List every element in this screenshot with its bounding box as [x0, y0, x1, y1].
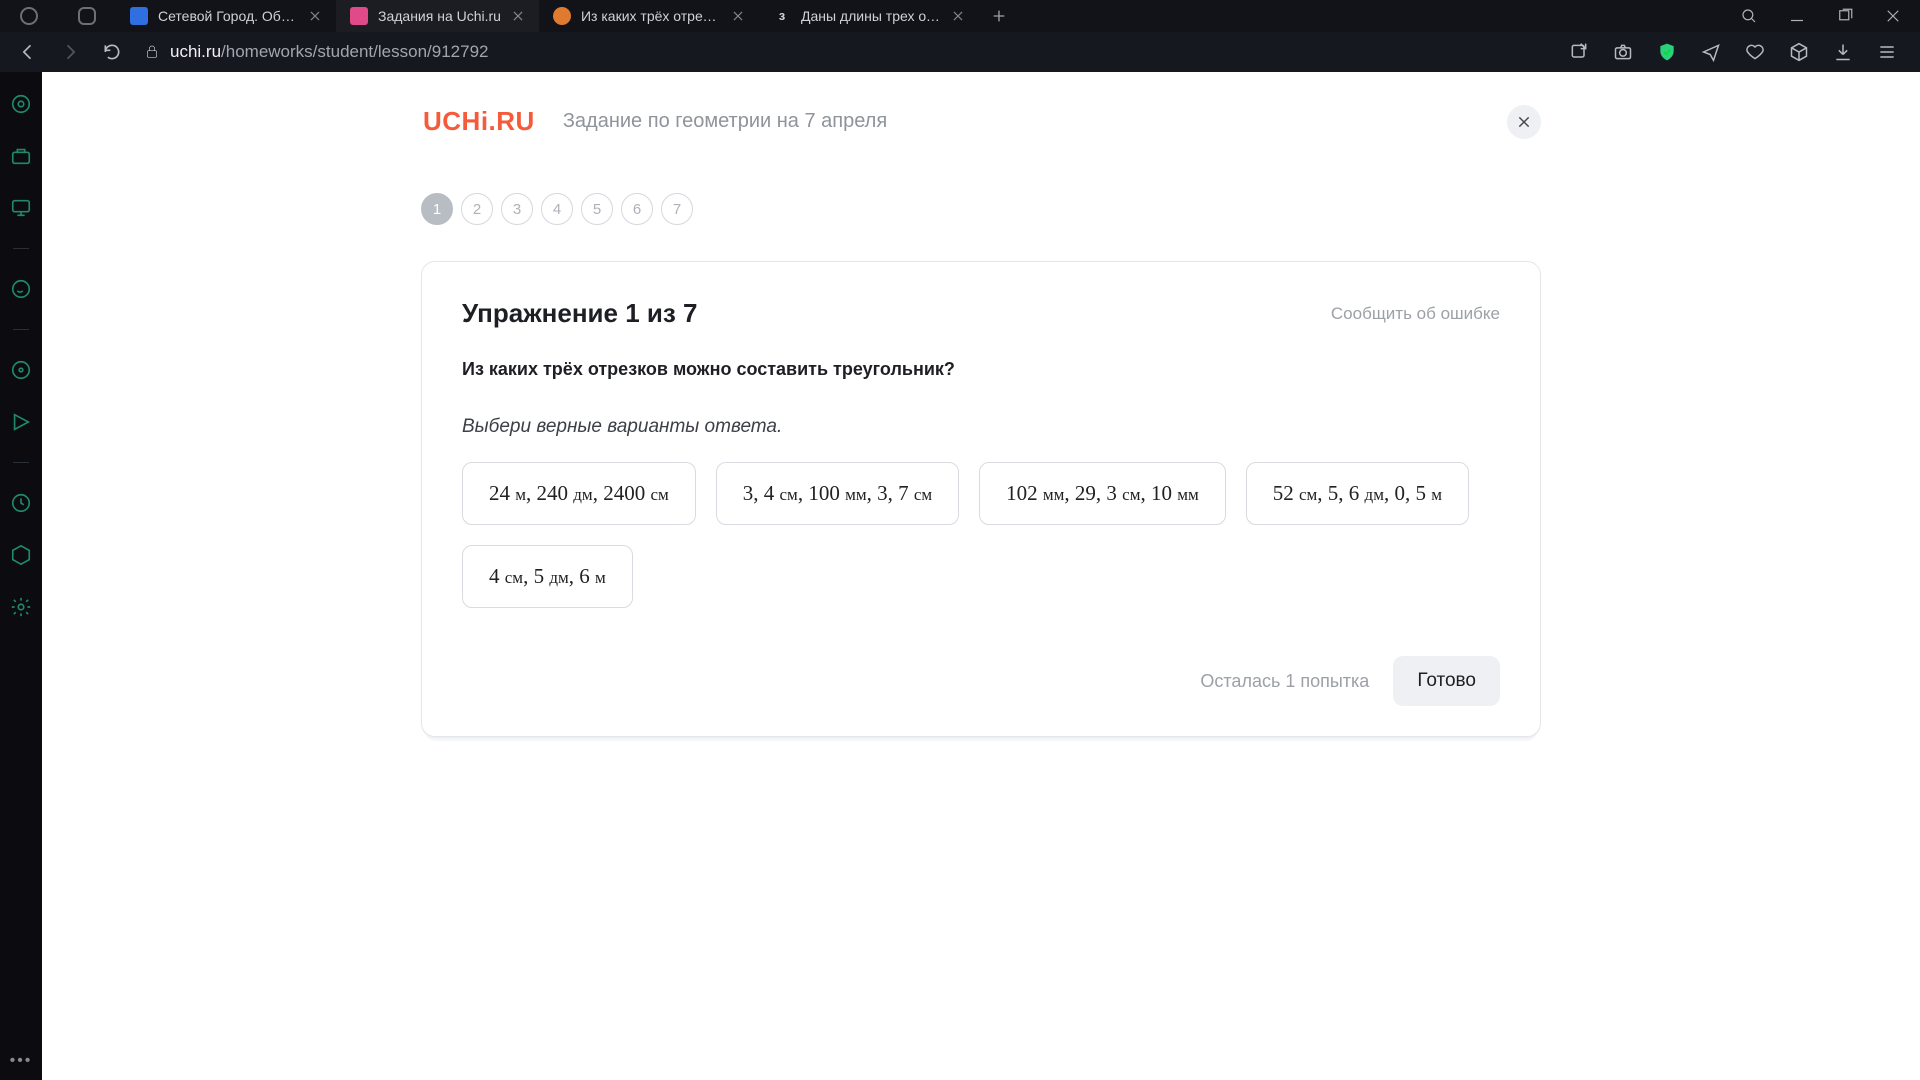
cube-icon[interactable] — [1788, 41, 1810, 63]
url-field[interactable]: uchi.ru/homeworks/student/lesson/912792 — [136, 36, 1550, 68]
window-close-icon[interactable] — [1880, 3, 1906, 29]
favicon-icon — [553, 7, 571, 25]
rail-briefcase-icon[interactable] — [9, 144, 33, 168]
favicon-icon — [130, 7, 148, 25]
question-text: Из каких трёх отрезков можно составить т… — [462, 359, 1500, 380]
answer-option-4[interactable]: 52 см, 5, 6 дм, 0, 5 м — [1246, 462, 1469, 525]
answer-option-2[interactable]: 3, 4 см, 100 мм, 3, 7 см — [716, 462, 959, 525]
tab-close-icon[interactable] — [731, 9, 745, 23]
window-minimize-icon[interactable] — [1784, 3, 1810, 29]
rail-divider — [13, 462, 29, 463]
nav-forward-icon[interactable] — [52, 34, 88, 70]
close-icon — [1516, 114, 1532, 130]
browser-side-rail: ••• — [0, 72, 42, 1080]
browser-title-bar: Сетевой Город. Образова Задания на Uchi.… — [0, 0, 1920, 32]
answer-option-1[interactable]: 24 м, 240 дм, 2400 см — [462, 462, 696, 525]
favicon-icon — [350, 7, 368, 25]
report-error-link[interactable]: Сообщить об ошибке — [1331, 304, 1500, 324]
menu-icon[interactable] — [1876, 41, 1898, 63]
tab-label: Сетевой Город. Образова — [158, 8, 298, 24]
tab-close-icon[interactable] — [308, 9, 322, 23]
brand-logo: UCHi.RU — [423, 106, 535, 137]
new-tab-button[interactable] — [979, 0, 1019, 32]
tab-uchi-active[interactable]: Задания на Uchi.ru — [336, 0, 539, 32]
tab-znanija[interactable]: з Даны длины трех отрезко — [759, 0, 979, 32]
answer-options: 24 м, 240 дм, 2400 см 3, 4 см, 100 мм, 3,… — [462, 462, 1500, 608]
assignment-subtitle: Задание по геометрии на 7 апреля — [563, 110, 887, 133]
step-6[interactable]: 6 — [621, 193, 653, 225]
step-3[interactable]: 3 — [501, 193, 533, 225]
done-button[interactable]: Готово — [1393, 656, 1500, 706]
rail-more-icon[interactable]: ••• — [10, 1052, 33, 1080]
rail-divider — [13, 329, 29, 330]
rail-home-icon[interactable] — [9, 92, 33, 116]
tab-close-icon[interactable] — [511, 9, 525, 23]
step-2[interactable]: 2 — [461, 193, 493, 225]
step-4[interactable]: 4 — [541, 193, 573, 225]
browser-app-icon — [58, 0, 116, 32]
nav-back-icon[interactable] — [10, 34, 46, 70]
step-1[interactable]: 1 — [421, 193, 453, 225]
answer-option-3[interactable]: 102 мм, 29, 3 см, 10 мм — [979, 462, 1226, 525]
favicon-icon: з — [773, 7, 791, 25]
tab-yandex[interactable]: Из каких трёх отрезков м — [539, 0, 759, 32]
rail-divider — [13, 248, 29, 249]
send-icon[interactable] — [1700, 41, 1722, 63]
rail-play-icon[interactable] — [9, 410, 33, 434]
search-icon[interactable] — [1736, 3, 1762, 29]
lock-icon — [144, 44, 160, 60]
step-5[interactable]: 5 — [581, 193, 613, 225]
attempts-remaining: Осталась 1 попытка — [1200, 671, 1369, 692]
tab-sgo[interactable]: Сетевой Город. Образова — [116, 0, 336, 32]
camera-icon[interactable] — [1612, 41, 1634, 63]
hint-text: Выбери верные варианты ответа. — [462, 416, 1500, 438]
nav-reload-icon[interactable] — [94, 34, 130, 70]
rail-box-icon[interactable] — [9, 543, 33, 567]
answer-option-5[interactable]: 4 см, 5 дм, 6 м — [462, 545, 633, 608]
rail-monitor-icon[interactable] — [9, 196, 33, 220]
download-icon[interactable] — [1832, 41, 1854, 63]
share-icon[interactable] — [1568, 41, 1590, 63]
tab-close-icon[interactable] — [951, 9, 965, 23]
step-indicator: 1234567 — [421, 193, 1541, 225]
shield-check-icon[interactable] — [1656, 41, 1678, 63]
window-maximize-icon[interactable] — [1832, 3, 1858, 29]
tab-label: Задания на Uchi.ru — [378, 8, 501, 24]
rail-whatsapp-icon[interactable] — [9, 277, 33, 301]
exercise-title: Упражнение 1 из 7 — [462, 298, 697, 329]
browser-logo-icon — [0, 0, 58, 32]
rail-gear-icon[interactable] — [9, 595, 33, 619]
rail-clock-icon[interactable] — [9, 491, 33, 515]
url-text: uchi.ru/homeworks/student/lesson/912792 — [170, 42, 488, 62]
close-assignment-button[interactable] — [1507, 105, 1541, 139]
browser-url-bar: uchi.ru/homeworks/student/lesson/912792 — [0, 32, 1920, 72]
exercise-card: Упражнение 1 из 7 Сообщить об ошибке Из … — [421, 261, 1541, 737]
heart-icon[interactable] — [1744, 41, 1766, 63]
page-viewport: UCHi.RU Задание по геометрии на 7 апреля… — [42, 72, 1920, 1080]
tab-label: Даны длины трех отрезко — [801, 8, 941, 24]
rail-disc-icon[interactable] — [9, 358, 33, 382]
tab-label: Из каких трёх отрезков м — [581, 8, 721, 24]
step-7[interactable]: 7 — [661, 193, 693, 225]
